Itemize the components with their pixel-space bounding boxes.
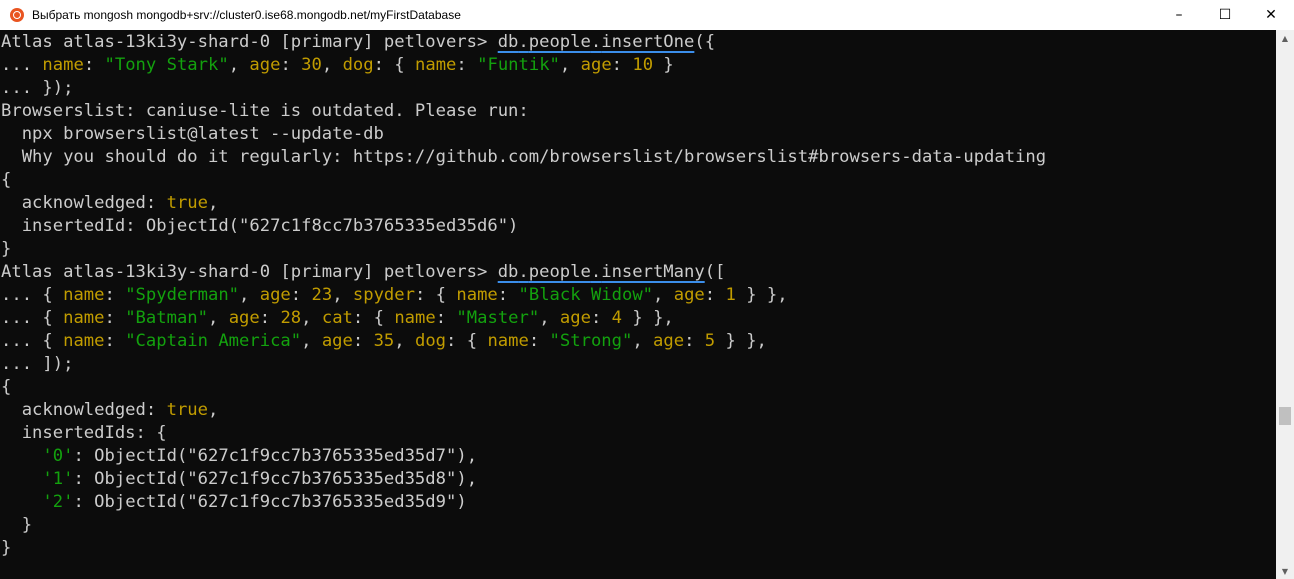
command-continuation: ... { name: "Captain America", age: 35, …: [1, 331, 767, 351]
minimize-button[interactable]: –: [1156, 0, 1202, 30]
title-bar: Выбрать mongosh mongodb+srv://cluster0.i…: [0, 0, 1294, 30]
window-title: Выбрать mongosh mongodb+srv://cluster0.i…: [32, 8, 461, 22]
command-continuation: ... name: "Tony Stark", age: 30, dog: { …: [1, 55, 674, 75]
command-line: Atlas atlas-13ki3y-shard-0 [primary] pet…: [1, 32, 716, 52]
command-call: db.people.insertOne: [497, 32, 695, 52]
result-id: '0': ObjectId("627c1f9cc7b3765335ed35d7"…: [42, 446, 478, 466]
result-brace: }: [1, 239, 12, 259]
vertical-scrollbar[interactable]: ▲ ▼: [1276, 30, 1294, 579]
command-continuation: ... { name: "Batman", age: 28, cat: { na…: [1, 308, 674, 328]
warning-line: Browserslist: caniuse-lite is outdated. …: [1, 101, 529, 121]
result-brace: }: [1, 538, 12, 558]
command-line: Atlas atlas-13ki3y-shard-0 [primary] pet…: [1, 262, 726, 282]
warning-line: npx browserslist@latest --update-db: [1, 124, 384, 144]
result-id: '2': ObjectId("627c1f9cc7b3765335ed35d9"…: [42, 492, 467, 512]
prompt: Atlas atlas-13ki3y-shard-0 [primary] pet…: [1, 32, 498, 52]
scrollbar-thumb[interactable]: [1279, 407, 1291, 425]
close-button[interactable]: ✕: [1248, 0, 1294, 30]
prompt: Atlas atlas-13ki3y-shard-0 [primary] pet…: [1, 262, 498, 282]
command-call: db.people.insertMany: [497, 262, 705, 282]
command-continuation: ... { name: "Spyderman", age: 23, spyder…: [1, 285, 788, 305]
ubuntu-icon: [10, 8, 24, 22]
result-field: acknowledged: true,: [21, 193, 219, 213]
result-brace: }: [1, 515, 33, 535]
scroll-up-icon[interactable]: ▲: [1276, 30, 1294, 46]
result-field: insertedIds: {: [21, 423, 167, 443]
maximize-button[interactable]: ☐: [1202, 0, 1248, 30]
result-field: acknowledged: true,: [21, 400, 219, 420]
warning-line: Why you should do it regularly: https://…: [1, 147, 1047, 167]
result-id: '1': ObjectId("627c1f9cc7b3765335ed35d8"…: [42, 469, 478, 489]
command-continuation: ... ]);: [1, 354, 74, 374]
result-brace: {: [1, 170, 12, 190]
scroll-down-icon[interactable]: ▼: [1276, 563, 1294, 579]
command-continuation: ... });: [1, 78, 74, 98]
terminal-output[interactable]: Atlas atlas-13ki3y-shard-0 [primary] pet…: [0, 30, 1276, 579]
result-brace: {: [1, 377, 12, 397]
result-field: insertedId: ObjectId("627c1f8cc7b3765335…: [21, 216, 519, 236]
